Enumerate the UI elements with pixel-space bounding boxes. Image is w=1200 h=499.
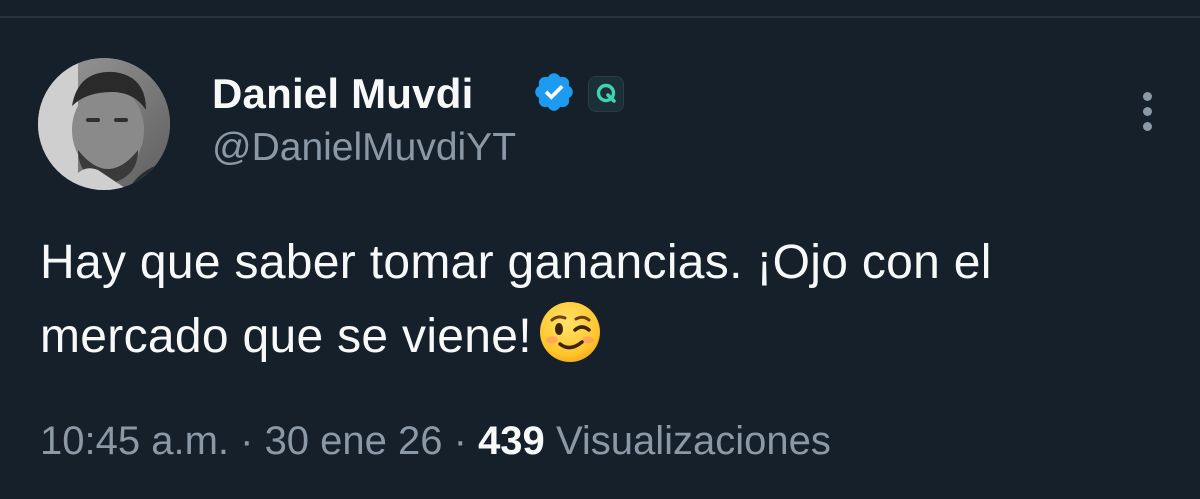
display-name[interactable]: Daniel Muvdi <box>212 70 473 118</box>
views-label[interactable]: Visualizaciones <box>556 419 831 463</box>
verified-check-icon[interactable] <box>532 70 576 114</box>
user-handle[interactable]: @DanielMuvdiYT <box>212 126 516 170</box>
meta-separator: · <box>442 419 479 463</box>
avatar[interactable] <box>38 58 170 190</box>
views-count[interactable]: 439 <box>478 419 545 463</box>
tweet-text-block: Hay que saber tomar ganancias. ¡Ojo con … <box>40 226 1170 374</box>
avatar-photo <box>38 58 170 190</box>
tweet-date[interactable]: 30 ene 26 <box>265 419 443 463</box>
meta-separator: · <box>229 419 265 463</box>
tweet-text: Hay que saber tomar ganancias. ¡Ojo con … <box>40 236 992 363</box>
tweet-time[interactable]: 10:45 a.m. <box>40 419 229 463</box>
q-affiliate-icon[interactable] <box>588 76 624 112</box>
q-letter-icon <box>596 83 616 103</box>
dot-icon <box>1143 92 1152 101</box>
tweet-meta: 10:45 a.m. · 30 ene 26 · 439 Visualizaci… <box>40 419 831 464</box>
winking-face-emoji <box>539 302 600 362</box>
dot-icon <box>1143 122 1152 131</box>
more-options-button[interactable] <box>1130 88 1166 136</box>
dot-icon <box>1143 107 1152 116</box>
top-divider <box>0 16 1200 18</box>
